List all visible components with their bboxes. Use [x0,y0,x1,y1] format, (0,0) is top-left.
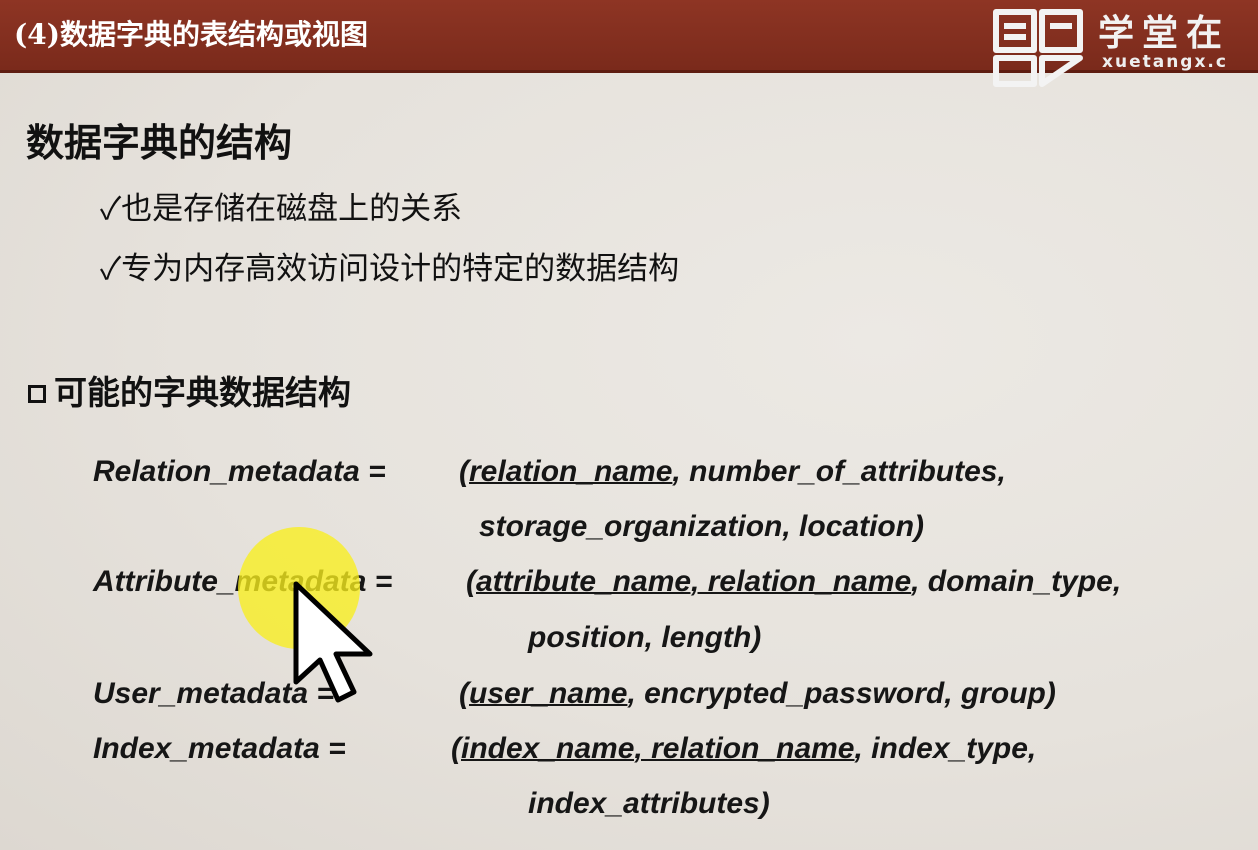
index-key: index_name, relation_name [461,732,855,765]
section-heading: 数据字典的结构 [26,121,293,165]
index-fields-rest: , index_type, [854,732,1037,765]
bullet-item: ✓专为内存高效访问设计的特定的数据结构 [100,251,680,287]
relation-metadata-fields: (relation_name, number_of_attributes, [459,455,1006,488]
user-fields-rest: , encrypted_password, group) [627,677,1056,710]
xuetangx-logo-icon [993,9,1083,87]
bullet-item: ✓也是存储在磁盘上的关系 [100,191,463,227]
logo-text: 学堂在 [1098,13,1231,54]
index-metadata-line2: index_attributes) [528,787,770,820]
relation-metadata-label: Relation_metadata = [93,455,386,488]
title-bar: (4)数据字典的表结构或视图 学堂在 xuetangx.c [0,0,1258,87]
slide-title: (4)数据字典的表结构或视图 [14,18,368,51]
index-metadata-label: Index_metadata = [93,732,346,765]
logo-subtext: xuetangx.c [1102,52,1228,72]
checkbox-bullet-icon [28,385,46,403]
relation-metadata-line2: storage_organization, location) [479,510,925,543]
relation-fields-rest: , number_of_attributes, [672,455,1006,488]
subheading: 可能的字典数据结构 [28,366,351,414]
relation-key: relation_name [469,455,673,488]
index-metadata-fields: (index_name, relation_name, index_type, [451,732,1037,765]
attribute-metadata-line2: position, length) [528,621,762,654]
attribute-fields-rest: , domain_type, [911,565,1122,598]
user-metadata-fields: (user_name, encrypted_password, group) [459,677,1056,710]
attribute-metadata-fields: (attribute_name, relation_name, domain_t… [466,565,1122,598]
mouse-cursor-icon [293,581,373,703]
attribute-key: attribute_name, relation_name [476,565,912,598]
user-key: user_name [469,677,628,710]
subheading-text: 可能的字典数据结构 [54,373,351,412]
